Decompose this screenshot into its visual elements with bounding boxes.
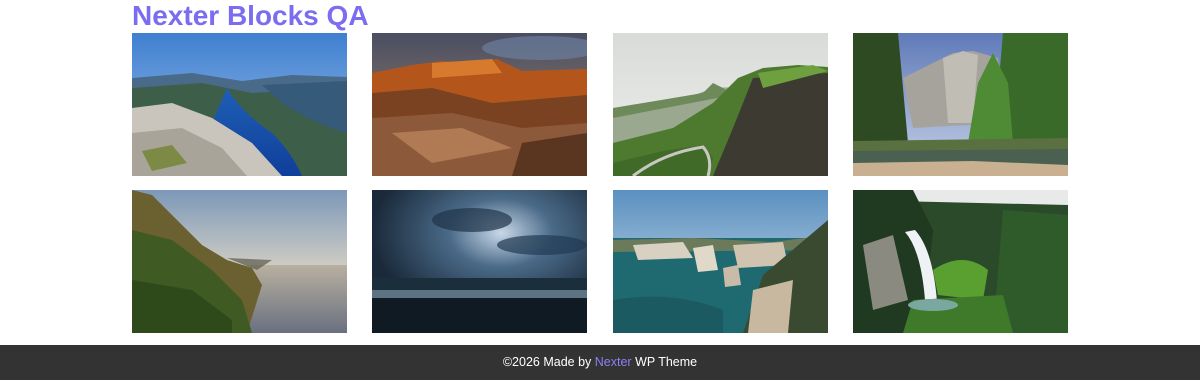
footer-prefix: ©2026 Made by: [502, 355, 595, 369]
page: Nexter Blocks QA ©2026 Made by Nexter WP…: [0, 0, 1200, 391]
yosemite-forest-image: [852, 33, 1068, 176]
gallery-image[interactable]: [372, 33, 588, 176]
site-footer: ©2026 Made by Nexter WP Theme: [0, 345, 1200, 380]
sea-stacks-coast-image: [612, 190, 828, 333]
gallery-image[interactable]: [372, 190, 588, 333]
site-title-link[interactable]: Nexter Blocks QA: [132, 0, 369, 32]
footer-suffix: WP Theme: [631, 355, 698, 369]
image-gallery: [132, 33, 1068, 333]
coastal-cliffs-sunset-image: [132, 190, 347, 333]
forest-waterfall-image: [852, 190, 1068, 333]
red-rock-canyon-image: [372, 33, 588, 176]
gallery-image[interactable]: [852, 33, 1068, 176]
page-bottom-strip: [0, 380, 1200, 391]
stormy-sea-image: [372, 190, 588, 333]
footer-brand-link[interactable]: Nexter: [595, 355, 632, 369]
gallery-image[interactable]: [132, 190, 347, 333]
gallery-image[interactable]: [132, 33, 347, 176]
gallery-image[interactable]: [612, 190, 828, 333]
gallery-image[interactable]: [852, 190, 1068, 333]
green-mountain-road-image: [612, 33, 828, 176]
fjord-cliff-image: [132, 33, 347, 176]
gallery-image[interactable]: [612, 33, 828, 176]
